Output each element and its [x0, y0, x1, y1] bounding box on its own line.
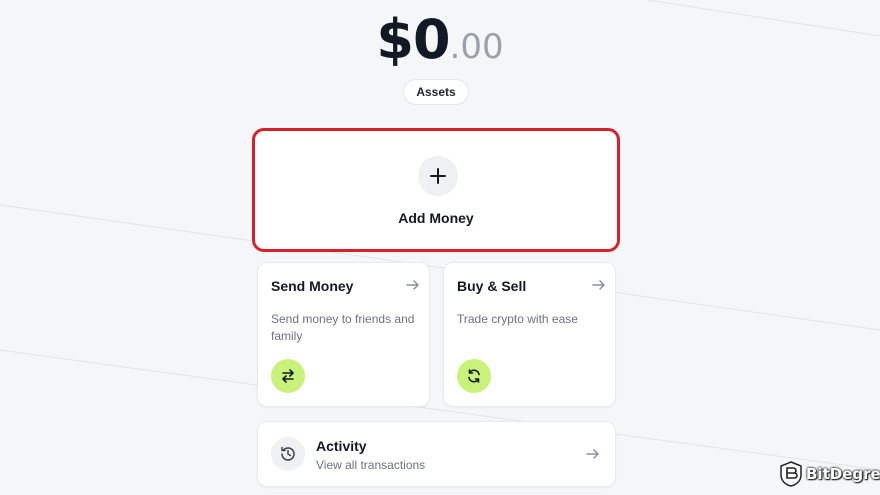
add-money-button[interactable]: Add Money: [252, 128, 620, 252]
arrow-right-icon: [585, 446, 601, 467]
refresh-icon: [457, 359, 491, 393]
activity-title: Activity: [316, 438, 367, 454]
assets-button[interactable]: Assets: [403, 79, 469, 105]
buy-sell-title: Buy & Sell: [457, 278, 527, 294]
watermark: BitDegree: [780, 461, 880, 487]
balance-cents: .00: [449, 27, 504, 67]
swap-arrows-icon: [271, 359, 305, 393]
bitdegree-logo-icon: [780, 461, 802, 487]
buy-sell-description: Trade crypto with ease: [457, 312, 578, 326]
watermark-text: BitDegree: [806, 465, 880, 483]
plus-icon: [418, 156, 458, 196]
balance-amount: $0.00: [0, 8, 880, 71]
activity-card[interactable]: Activity View all transactions: [257, 421, 616, 487]
buy-sell-card[interactable]: Buy & Sell Trade crypto with ease: [443, 262, 616, 407]
balance-whole: $0: [376, 8, 450, 71]
history-icon: [271, 437, 305, 471]
send-money-description: Send money to friends and family: [271, 312, 415, 343]
add-money-label: Add Money: [398, 210, 474, 226]
arrow-right-icon: [591, 277, 607, 298]
activity-subtitle: View all transactions: [316, 458, 426, 472]
send-money-title: Send Money: [271, 278, 354, 294]
arrow-right-icon: [405, 277, 421, 298]
send-money-card[interactable]: Send Money Send money to friends and fam…: [257, 262, 430, 407]
